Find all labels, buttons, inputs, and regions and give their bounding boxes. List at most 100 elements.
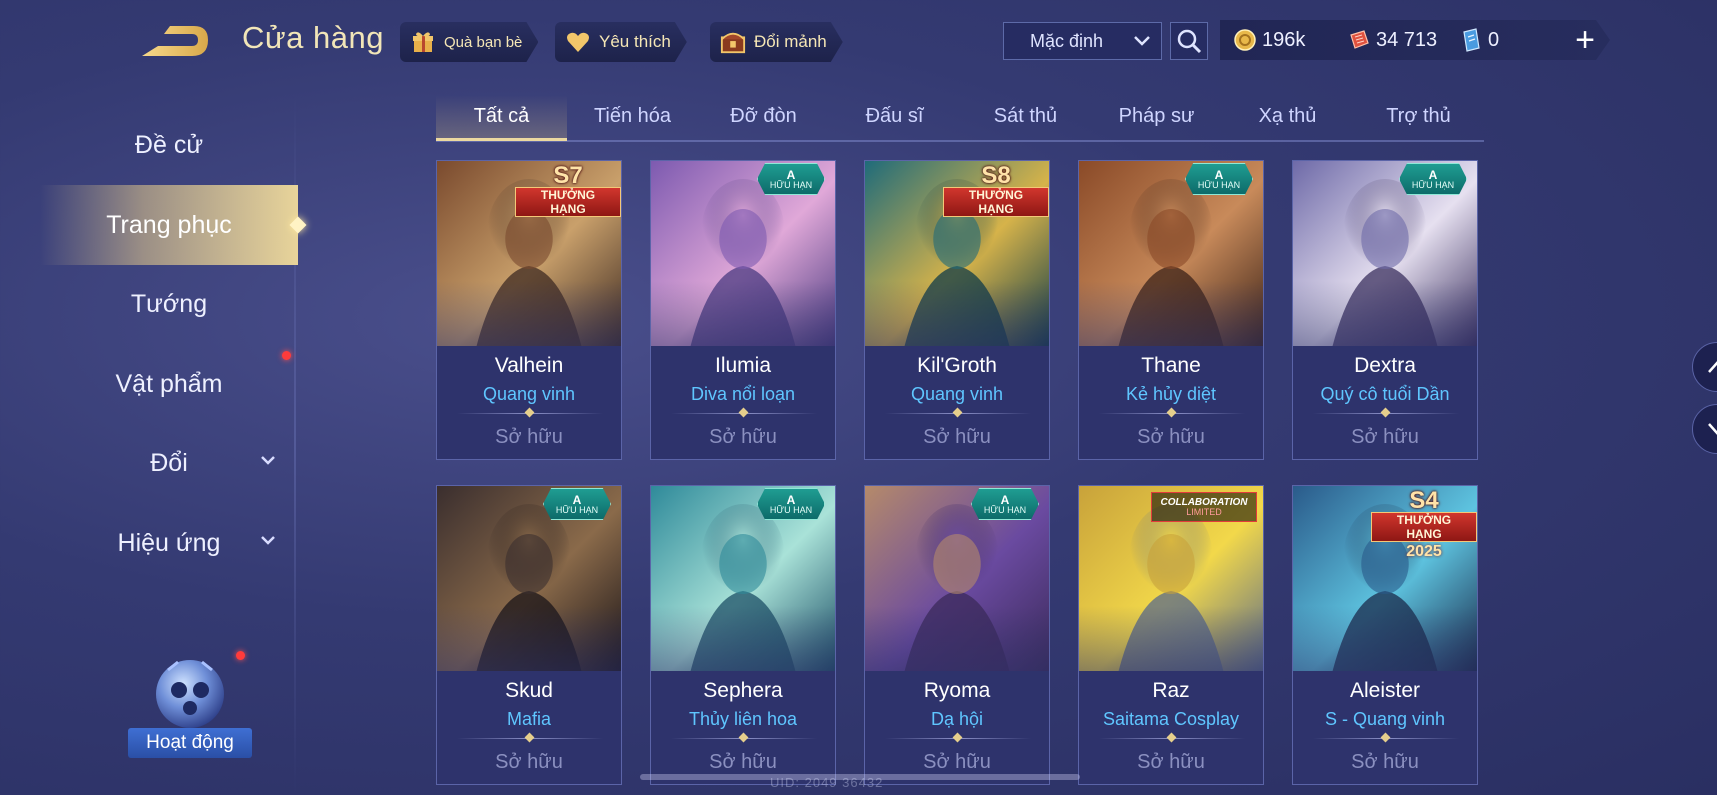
chevron-down-icon — [1133, 31, 1151, 52]
badge-label: HỮU HẠN — [1197, 179, 1241, 190]
rank-year: 2025 — [1406, 543, 1442, 560]
skin-card[interactable]: A HỮU HẠN Dextra Quý cô tuổi Dần Sở hữu — [1292, 160, 1478, 460]
skin-card[interactable]: S4 THƯỞNG HẠNG 2025 Aleister S - Quang v… — [1292, 485, 1478, 785]
ownership-status: Sở hữu — [1351, 751, 1419, 773]
tab-evolution[interactable]: Tiến hóa — [567, 95, 698, 138]
badge-grade: A — [572, 492, 582, 507]
skin-card[interactable]: A HỮU HẠN Sephera Thủy liên hoa Sở hữu — [650, 485, 836, 785]
sort-value: Mặc định — [1030, 30, 1104, 51]
skin-card[interactable]: S8 THƯỞNG HẠNG Kil'Groth Quang vinh Sở h… — [864, 160, 1050, 460]
friend-gift-label: Quà bạn bè — [444, 33, 523, 51]
limited-badge: A HỮU HẠN — [971, 488, 1039, 520]
ownership-status: Sở hữu — [923, 426, 991, 448]
skin-card[interactable]: A HỮU HẠN Thane Kẻ hủy diệt Sở hữu — [1078, 160, 1264, 460]
rank-reward-label: THƯỞNG HẠNG — [943, 187, 1049, 217]
hero-name: Raz — [1152, 679, 1190, 702]
gold-currency: 196k — [1234, 20, 1305, 60]
sort-dropdown[interactable]: Mặc định — [1003, 22, 1162, 60]
scroll-up-button[interactable] — [1692, 342, 1717, 392]
sidebar-item-skins[interactable]: Trang phục — [40, 185, 307, 265]
top-bar: Cửa hàng Quà bạn bè Yêu thích Đổi mảnh M… — [0, 0, 1717, 85]
skin-name: Saitama Cosplay — [1102, 709, 1240, 729]
search-icon — [1177, 29, 1202, 54]
search-button[interactable] — [1170, 22, 1208, 60]
shard-exchange-label: Đổi mảnh — [754, 32, 827, 51]
tab-all[interactable]: Tất cả — [436, 95, 567, 141]
limited-badge: A HỮU HẠN — [757, 488, 825, 520]
event-orb-icon — [156, 660, 224, 728]
rank-reward-label: THƯỞNG HẠNG — [515, 187, 621, 217]
ownership-status: Sở hữu — [1137, 751, 1205, 773]
skin-name: Quý cô tuổi Dần — [1320, 384, 1450, 404]
gold-coin-icon — [1234, 29, 1256, 51]
hero-name: Ryoma — [923, 679, 991, 702]
page-title: Cửa hàng — [242, 20, 384, 55]
skin-card[interactable]: A HỮU HẠN Ryoma Dạ hội Sở hữu — [864, 485, 1050, 785]
skin-name: Quang vinh — [482, 384, 576, 404]
gold-value: 196k — [1262, 28, 1306, 51]
hero-name: Kil'Groth — [917, 354, 997, 377]
tab-marksman[interactable]: Xạ thủ — [1222, 95, 1353, 138]
hero-name: Valhein — [494, 354, 564, 377]
skin-card[interactable]: A HỮU HẠN Ilumia Diva nổi loạn Sở hữu — [650, 160, 836, 460]
tab-fighter[interactable]: Đấu sĩ — [829, 95, 960, 138]
voucher-value: 34 713 — [1376, 28, 1438, 51]
skin-card[interactable]: COLLABORATION LIMITED Raz Saitama Cospla… — [1078, 485, 1264, 785]
sidebar-item-items[interactable]: Vật phẩm — [40, 354, 298, 414]
skin-name: Kẻ hủy diệt — [1125, 384, 1217, 404]
tab-tank[interactable]: Đỡ đòn — [698, 95, 829, 138]
collab-sub-label: LIMITED — [1186, 506, 1222, 517]
skin-card[interactable]: A HỮU HẠN Skud Mafia Sở hữu — [436, 485, 622, 785]
event-label[interactable]: Hoạt động — [128, 728, 252, 758]
friend-gift-button[interactable]: Quà bạn bè — [400, 22, 538, 62]
chevron-down-icon — [260, 454, 276, 472]
hero-name: Dextra — [1354, 354, 1416, 377]
favorites-label: Yêu thích — [599, 32, 671, 51]
season-label: S8 — [981, 162, 1011, 189]
back-arrow-icon — [142, 26, 208, 56]
ownership-status: Sở hữu — [1351, 426, 1419, 448]
currency-bar: 196k 34 713 0 — [1220, 20, 1610, 60]
tab-support[interactable]: Trợ thủ — [1353, 95, 1484, 138]
badge-grade: A — [1214, 167, 1224, 182]
badge-label: HỮU HẠN — [769, 504, 813, 515]
back-button[interactable] — [140, 22, 212, 60]
sidebar-item-label: Hiệu ứng — [117, 528, 221, 557]
blue-voucher-value: 0 — [1488, 28, 1500, 51]
skin-card[interactable]: S7 THƯỞNG HẠNG Valhein Quang vinh Sở hữu — [436, 160, 622, 460]
user-id-watermark: UID: 2049 36432 — [770, 775, 884, 790]
blue-voucher-icon — [1460, 28, 1482, 52]
skin-name: Dạ hội — [930, 709, 984, 729]
sidebar-item-label: Tướng — [130, 289, 208, 318]
chevron-down-icon — [1708, 423, 1717, 435]
skin-name: S - Quang vinh — [1324, 709, 1446, 729]
rank-badge: S8 THƯỞNG HẠNG — [943, 162, 1049, 217]
skin-name: Diva nổi loạn — [690, 384, 796, 404]
badge-label: HỮU HẠN — [555, 504, 599, 515]
event-button[interactable] — [148, 650, 232, 734]
collab-label: COLLABORATION — [1160, 496, 1248, 508]
hero-name: Thane — [1141, 354, 1201, 377]
rank-badge: S7 THƯỞNG HẠNG — [515, 164, 621, 217]
tab-mage[interactable]: Pháp sư — [1091, 95, 1222, 138]
shard-exchange-button[interactable]: Đổi mảnh — [710, 22, 843, 62]
hero-name: Ilumia — [714, 354, 772, 377]
notification-dot — [236, 651, 245, 660]
chevron-down-icon — [260, 534, 276, 552]
scroll-down-button[interactable] — [1692, 404, 1717, 454]
add-currency-button[interactable]: + — [1565, 20, 1605, 60]
gift-icon — [410, 29, 436, 55]
tab-assassin[interactable]: Sát thủ — [960, 95, 1091, 138]
sidebar-item-exchange[interactable]: Đổi — [40, 433, 298, 493]
sidebar-item-effects[interactable]: Hiệu ứng — [40, 513, 298, 573]
ownership-status: Sở hữu — [709, 426, 777, 448]
sidebar-item-recommended[interactable]: Đề cử — [40, 115, 298, 175]
sidebar-item-label: Đổi — [150, 448, 188, 477]
ownership-status: Sở hữu — [709, 751, 777, 773]
limited-badge: A HỮU HẠN — [1399, 163, 1467, 195]
blue-voucher-currency: 0 — [1460, 20, 1499, 60]
ownership-status: Sở hữu — [1137, 426, 1205, 448]
sidebar-item-heroes[interactable]: Tướng — [40, 274, 298, 334]
skin-name: Thủy liên hoa — [688, 709, 798, 729]
favorites-button[interactable]: Yêu thích — [555, 22, 687, 62]
